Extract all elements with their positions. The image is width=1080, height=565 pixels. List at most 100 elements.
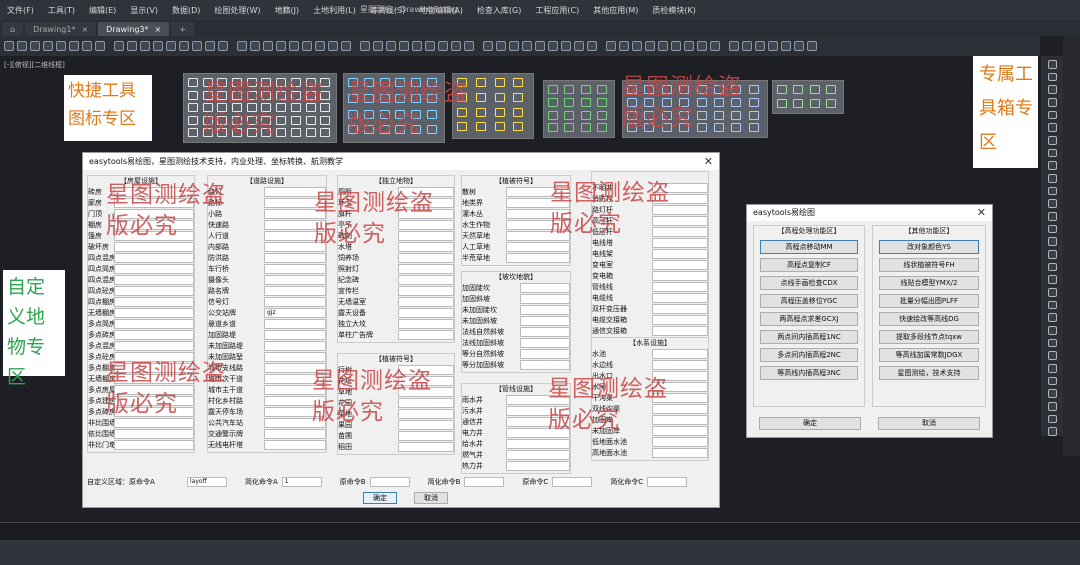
toolbar-tool-icon[interactable]: [606, 41, 616, 51]
shortcut-input[interactable]: [506, 460, 570, 471]
toolbar-tool-icon[interactable]: [451, 41, 461, 51]
other-tool-button[interactable]: 线状植被符号FH: [879, 258, 979, 272]
shortcut-input[interactable]: [652, 204, 708, 215]
draw-tool-icon[interactable]: [1047, 414, 1057, 424]
draw-tool-icon[interactable]: [1047, 136, 1057, 145]
draw-tool-icon[interactable]: [1047, 174, 1057, 183]
shortcut-input[interactable]: [264, 219, 326, 230]
shortcut-input[interactable]: [506, 241, 570, 252]
toolbar-tool-icon[interactable]: [192, 41, 202, 51]
symbol-icon[interactable]: [475, 92, 486, 102]
symbol-icon[interactable]: [548, 85, 558, 94]
symbol-icon[interactable]: [379, 109, 390, 119]
shortcut-input[interactable]: [264, 439, 326, 450]
toolbar-tool-icon[interactable]: [729, 41, 739, 51]
symbol-icon[interactable]: [217, 115, 228, 125]
shortcut-input[interactable]: [114, 439, 194, 450]
symbol-icon[interactable]: [261, 103, 272, 113]
toolbar-tool-icon[interactable]: [276, 41, 286, 51]
shortcut-input[interactable]: [114, 351, 194, 362]
shortcut-input[interactable]: [652, 248, 708, 259]
menu-item[interactable]: 其他应用(M): [586, 5, 645, 16]
symbol-icon[interactable]: [320, 90, 331, 100]
symbol-icon[interactable]: [731, 123, 742, 133]
symbol-icon[interactable]: [276, 103, 287, 113]
other-tool-button[interactable]: 提取多段线节点tqxw: [879, 330, 979, 344]
symbol-icon[interactable]: [290, 115, 301, 125]
shortcut-input[interactable]: [114, 362, 194, 373]
simplified-a-input[interactable]: 1: [281, 477, 322, 487]
shortcut-input[interactable]: [506, 416, 570, 427]
shortcut-input[interactable]: [114, 263, 194, 274]
draw-tool-icon[interactable]: [1047, 376, 1057, 386]
shortcut-input[interactable]: [506, 219, 570, 230]
draw-tool-icon[interactable]: [1047, 402, 1057, 411]
symbol-icon[interactable]: [217, 78, 228, 87]
symbol-icon[interactable]: [246, 78, 257, 87]
toolbar-tool-icon[interactable]: [645, 41, 655, 51]
shortcut-input[interactable]: [652, 303, 708, 314]
toolbar-tool-icon[interactable]: [794, 41, 804, 51]
symbol-icon[interactable]: [627, 97, 637, 107]
toolbar-tool-icon[interactable]: [768, 41, 778, 51]
shortcut-input[interactable]: [398, 318, 454, 329]
symbol-icon[interactable]: [232, 90, 243, 100]
shortcut-input[interactable]: [398, 419, 454, 430]
symbol-icon[interactable]: [276, 128, 287, 138]
symbol-icon[interactable]: [232, 78, 243, 87]
draw-tool-icon[interactable]: [1047, 110, 1057, 120]
symbol-icon[interactable]: [494, 107, 505, 117]
shortcut-input[interactable]: [398, 375, 454, 386]
toolbar-tool-icon[interactable]: [438, 41, 448, 51]
symbol-icon[interactable]: [305, 90, 316, 100]
elevation-tool-button[interactable]: 两高程点求差GCXJ: [760, 312, 858, 326]
symbol-icon[interactable]: [379, 125, 390, 135]
menu-item[interactable]: 地籍(J): [268, 5, 307, 16]
symbol-icon[interactable]: [232, 115, 243, 125]
symbol-icon[interactable]: [777, 98, 787, 108]
toolbar-tool-icon[interactable]: [263, 41, 273, 51]
symbol-icon[interactable]: [320, 128, 331, 138]
command-a-input[interactable]: layoff: [187, 477, 227, 487]
elevation-tool-button[interactable]: 两点间内插高程1NC: [760, 330, 858, 344]
shortcut-input[interactable]: [398, 285, 454, 296]
other-tool-button[interactable]: 快速绘改等高线DG: [879, 312, 979, 326]
symbol-icon[interactable]: [809, 85, 820, 94]
simplified-c-input[interactable]: [647, 477, 688, 487]
shortcut-input[interactable]: [114, 428, 194, 439]
elevation-tool-button[interactable]: 等高线内插高程3NC: [760, 366, 858, 380]
shortcut-input[interactable]: [520, 282, 570, 293]
symbol-icon[interactable]: [379, 78, 390, 87]
symbol-icon[interactable]: [596, 85, 607, 94]
shortcut-input[interactable]: [520, 359, 570, 370]
toolbar-tool-icon[interactable]: [315, 41, 325, 51]
symbol-icon[interactable]: [696, 123, 707, 133]
shortcut-input[interactable]: [264, 406, 326, 417]
home-tab-icon[interactable]: ⌂: [2, 22, 24, 36]
shortcut-input[interactable]: [652, 182, 708, 193]
symbol-icon[interactable]: [809, 98, 820, 108]
symbol-icon[interactable]: [290, 128, 301, 138]
shortcut-input[interactable]: [114, 274, 194, 285]
elevation-tool-button[interactable]: 点线手画检查CDX: [760, 276, 858, 290]
toolbar-tool-icon[interactable]: [781, 41, 791, 51]
draw-tool-icon[interactable]: [1047, 262, 1057, 272]
shortcut-input[interactable]: [652, 314, 708, 325]
shortcut-input[interactable]: [398, 441, 454, 452]
draw-tool-icon[interactable]: [1047, 313, 1057, 323]
symbol-icon[interactable]: [246, 128, 257, 138]
toolbar-tool-icon[interactable]: [69, 41, 79, 51]
toolbar-tool-icon[interactable]: [710, 41, 720, 51]
symbol-icon[interactable]: [217, 103, 228, 113]
toolbar-tool-icon[interactable]: [328, 41, 338, 51]
symbol-icon[interactable]: [305, 115, 316, 125]
symbol-icon[interactable]: [217, 128, 228, 138]
symbol-icon[interactable]: [713, 97, 724, 107]
toolbar-tool-icon[interactable]: [464, 41, 474, 51]
symbol-icon[interactable]: [261, 128, 272, 138]
draw-tool-icon[interactable]: [1047, 123, 1057, 133]
toolbar-tool-icon[interactable]: [140, 41, 150, 51]
symbol-icon[interactable]: [696, 97, 707, 107]
symbol-icon[interactable]: [276, 90, 287, 100]
toolbar-tool-icon[interactable]: [373, 41, 383, 51]
